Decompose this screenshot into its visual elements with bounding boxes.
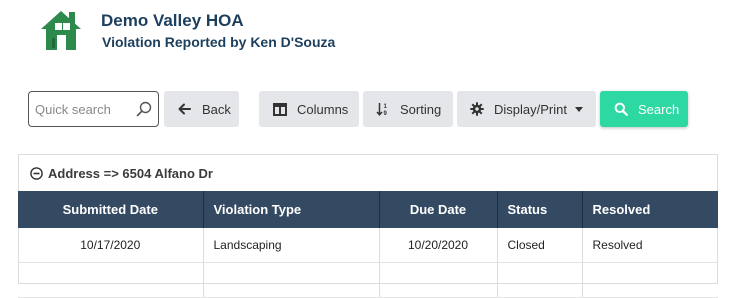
back-button[interactable]: Back: [164, 91, 239, 127]
search-label: Search: [638, 101, 680, 117]
display-print-label: Display/Print: [494, 101, 567, 117]
columns-icon: [272, 101, 288, 117]
search-button[interactable]: Search: [600, 91, 688, 127]
results-panel: Address => 6504 Alfano Dr Submitted Date…: [18, 154, 718, 298]
sorting-button[interactable]: 19 Sorting: [363, 91, 453, 127]
cell-resolved: Resolved: [582, 228, 718, 263]
minus-circle-icon[interactable]: [30, 166, 43, 180]
columns-label: Columns: [297, 101, 349, 117]
display-print-button[interactable]: Display/Print: [457, 91, 596, 127]
violations-table: Submitted Date Violation Type Due Date S…: [18, 191, 718, 298]
svg-text:9: 9: [384, 111, 388, 116]
column-header-due-date[interactable]: Due Date: [379, 191, 498, 228]
table-header-row: Submitted Date Violation Type Due Date S…: [18, 191, 718, 228]
group-label: Address => 6504 Alfano Dr: [48, 165, 213, 181]
page-title: Demo Valley HOA: [101, 11, 244, 30]
sorting-label: Sorting: [400, 101, 442, 117]
columns-button[interactable]: Columns: [259, 91, 359, 127]
table-row[interactable]: 10/17/2020 Landscaping 10/20/2020 Closed…: [18, 228, 718, 263]
search-icon: [613, 101, 629, 117]
house-icon: [41, 11, 81, 50]
cell-due-date: 10/20/2020: [379, 228, 498, 263]
group-header[interactable]: Address => 6504 Alfano Dr: [19, 155, 717, 191]
back-label: Back: [202, 101, 231, 117]
arrow-left-icon: [177, 101, 193, 117]
quick-search-input[interactable]: [35, 100, 131, 118]
cell-status: Closed: [497, 228, 583, 263]
search-icon: [136, 101, 152, 117]
column-header-status[interactable]: Status: [497, 191, 583, 228]
column-header-violation-type[interactable]: Violation Type: [203, 191, 380, 228]
svg-text:1: 1: [384, 104, 388, 110]
cell-submitted-date: 10/17/2020: [18, 228, 204, 263]
table-row[interactable]: [18, 262, 718, 298]
quick-search-field[interactable]: [28, 91, 159, 127]
sort-icon: 19: [375, 101, 391, 117]
caret-down-icon: [574, 106, 583, 112]
column-header-resolved[interactable]: Resolved: [582, 191, 718, 228]
cell-violation-type: Landscaping: [203, 228, 380, 263]
page-subtitle: Violation Reported by Ken D'Souza: [102, 34, 336, 50]
column-header-submitted-date[interactable]: Submitted Date: [18, 191, 204, 228]
gear-icon: [469, 101, 485, 117]
